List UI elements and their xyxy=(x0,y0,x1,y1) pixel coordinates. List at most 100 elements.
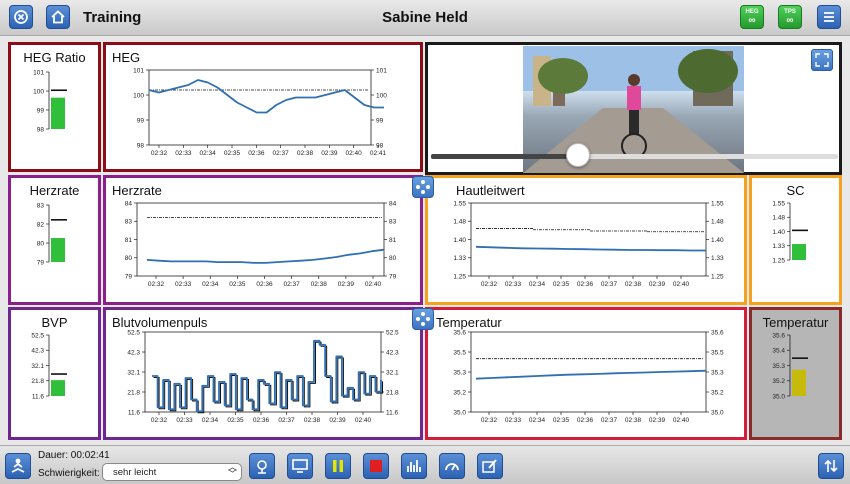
pause-button[interactable] xyxy=(325,453,351,479)
y-tick-label: 35.3 xyxy=(711,369,724,376)
y-tick-label: 35.6 xyxy=(453,329,466,336)
gauge-bar xyxy=(792,244,806,260)
fullscreen-button[interactable] xyxy=(811,49,833,71)
x-tick-label: 02:39 xyxy=(338,281,355,288)
x-tick-label: 02:40 xyxy=(673,281,690,288)
gauge-tick-label: 11.6 xyxy=(32,393,45,400)
y-tick-label: 1.33 xyxy=(711,255,724,262)
gauge-tick-label: 35.3 xyxy=(772,363,785,370)
gauge-tick-label: 35.6 xyxy=(772,332,785,339)
temperatur-chart-panel: Temperatur 35.6 35.6 35.5 35.5 35.3 35.3 35.2 3… xyxy=(425,307,747,440)
y-tick-label: 1.48 xyxy=(453,219,466,226)
display-button[interactable] xyxy=(287,453,313,479)
y-tick-label: 11.6 xyxy=(386,409,399,416)
x-tick-label: 02:36 xyxy=(577,417,594,424)
x-tick-label: 02:40 xyxy=(365,281,382,288)
plot-frame xyxy=(136,202,385,277)
home-icon xyxy=(51,10,65,24)
y-tick-label: 35.5 xyxy=(711,349,724,356)
y-tick-label: 81 xyxy=(389,237,397,244)
gauge-tick-label: 101 xyxy=(33,69,44,76)
y-tick-label: 79 xyxy=(389,273,397,280)
difficulty-select[interactable]: sehr leicht ︿ ﹀ xyxy=(102,463,242,481)
y-tick-label: 1.40 xyxy=(453,237,466,244)
profile-button[interactable] xyxy=(5,453,31,479)
infinity-icon: ∞ xyxy=(786,15,794,26)
sensor-settings-button[interactable] xyxy=(249,453,275,479)
x-tick-label: 02:36 xyxy=(253,417,270,424)
x-tick-label: 02:34 xyxy=(200,150,217,157)
y-tick-label: 101 xyxy=(133,67,144,74)
y-tick-label: 83 xyxy=(389,219,397,226)
x-tick-label: 02:33 xyxy=(175,150,192,157)
x-tick-label: 02:38 xyxy=(625,281,642,288)
sc-gauge-panel: SC 1.55 1.48 1.40 1.33 1.25 xyxy=(749,175,842,305)
move-icon xyxy=(416,180,430,194)
move-handle-button[interactable] xyxy=(412,308,434,330)
y-tick-label: 42.3 xyxy=(386,349,399,356)
temperatur-chart: 35.6 35.6 35.5 35.5 35.3 35.3 35.2 35.2 35.0 35.0… xyxy=(453,329,724,424)
y-tick-label: 98 xyxy=(376,142,384,149)
y-tick-label: 35.5 xyxy=(453,349,466,356)
bvp-gauge-panel: BVP 52.5 42.3 32.1 21.8 11.6 xyxy=(8,307,101,440)
y-tick-label: 35.3 xyxy=(453,369,466,376)
gauge-tick-label: 1.25 xyxy=(772,257,785,264)
y-tick-label: 80 xyxy=(389,255,397,262)
bottom-bar: Dauer: 00:02:41 Schwierigkeit: sehr leic… xyxy=(0,445,850,484)
stop-button[interactable] xyxy=(363,453,389,479)
sort-arrows-icon xyxy=(824,459,838,473)
y-tick-label: 11.6 xyxy=(128,409,141,416)
y-tick-label: 35.2 xyxy=(453,389,466,396)
top-bar: Training Sabine Held HEG ∞ TPS ∞ xyxy=(0,0,850,36)
notes-button[interactable] xyxy=(477,453,503,479)
heg-button[interactable]: HEG ∞ xyxy=(740,5,764,29)
close-button[interactable] xyxy=(9,5,33,29)
video-progress-track[interactable] xyxy=(431,154,838,159)
video-scrub-handle[interactable] xyxy=(565,143,590,167)
heg-chart-panel: HEG 101 101 100 100 99 99 98 98 02:32 02:33 02:34 0… xyxy=(103,42,423,172)
y-tick-label: 98 xyxy=(137,142,145,149)
x-tick-label: 02:35 xyxy=(229,281,246,288)
x-tick-label: 02:32 xyxy=(151,150,168,157)
sort-button[interactable] xyxy=(818,453,844,479)
heg-ratio-panel: HEG Ratio 101 100 99 98 xyxy=(8,42,101,172)
x-tick-label: 02:37 xyxy=(273,150,290,157)
home-button[interactable] xyxy=(46,5,70,29)
pause-icon xyxy=(333,460,343,472)
y-tick-label: 99 xyxy=(137,117,145,124)
y-tick-label: 21.8 xyxy=(127,389,140,396)
video-panel xyxy=(425,42,842,175)
x-tick-label: 02:39 xyxy=(649,281,666,288)
move-handle-button[interactable] xyxy=(412,176,434,198)
x-tick-label: 02:37 xyxy=(601,417,618,424)
menu-button[interactable] xyxy=(817,5,841,29)
y-tick-label: 52.5 xyxy=(386,329,399,336)
y-tick-label: 1.55 xyxy=(711,200,724,207)
herzrate-gauge: 83 82 80 79 xyxy=(37,202,67,266)
x-tick-label: 02:32 xyxy=(481,281,498,288)
y-tick-label: 99 xyxy=(376,117,384,124)
gauge-tick-label: 1.33 xyxy=(772,243,785,250)
series-line xyxy=(152,339,382,413)
x-tick-label: 02:33 xyxy=(175,281,192,288)
x-tick-label: 02:35 xyxy=(553,281,570,288)
y-tick-label: 42.3 xyxy=(127,349,140,356)
hautleitwert-chart-panel: Hautleitwert 1.55 1.55 1.48 1.48 1.40 1.40 1.3… xyxy=(425,175,747,305)
statistics-button[interactable] xyxy=(401,453,427,479)
gauge-tick-label: 79 xyxy=(37,259,45,266)
y-tick-label: 35.2 xyxy=(711,389,724,396)
gauge-button[interactable] xyxy=(439,453,465,479)
hautleitwert-chart: 1.55 1.55 1.48 1.48 1.40 1.40 1.33 1.33 1.25 1.25… xyxy=(453,200,724,288)
series-line xyxy=(475,245,706,252)
y-tick-label: 79 xyxy=(125,273,133,280)
y-tick-label: 83 xyxy=(125,219,133,226)
plot-frame xyxy=(470,202,707,277)
x-tick-label: 02:32 xyxy=(481,417,498,424)
gauge-bar xyxy=(51,238,65,262)
x-tick-label: 02:38 xyxy=(311,281,328,288)
tps-button[interactable]: TPS ∞ xyxy=(778,5,802,29)
difficulty-label: Schwierigkeit: xyxy=(38,468,100,479)
gauge-tick-label: 98 xyxy=(37,126,45,133)
x-tick-label: 02:35 xyxy=(224,150,241,157)
y-tick-label: 1.48 xyxy=(711,219,724,226)
